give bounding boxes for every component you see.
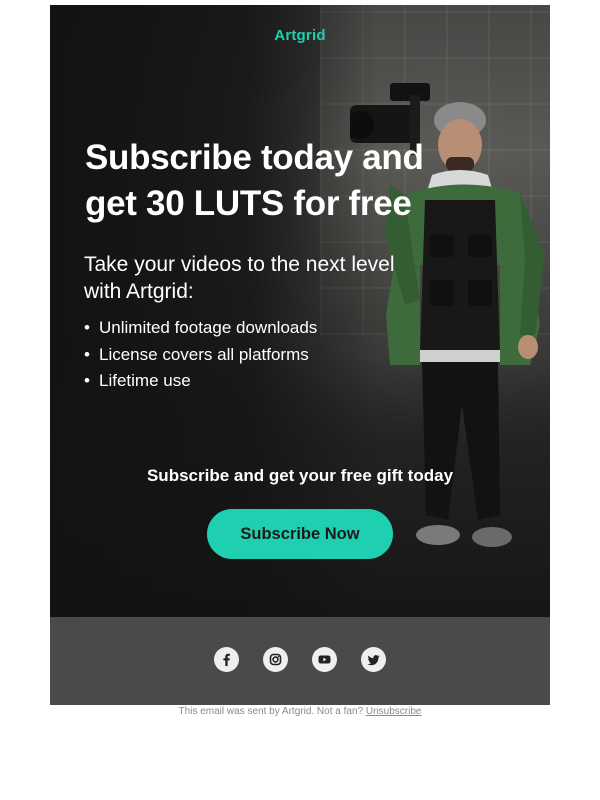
subscribe-now-button[interactable]: Subscribe Now	[207, 509, 393, 559]
facebook-icon[interactable]	[214, 647, 239, 672]
footer-fine-print: This email was sent by Artgrid. Not a fa…	[178, 706, 422, 717]
feature-item: • Lifetime use	[84, 368, 317, 395]
hero-subheading: Take your videos to the next level with …	[84, 253, 395, 303]
artgrid-logo[interactable]: Artgrid	[50, 27, 550, 44]
feature-list: • Unlimited footage downloads • License co…	[84, 315, 317, 395]
email-container: Artgrid Subscribe today and get 30 LUTS …	[50, 5, 550, 705]
feature-item: • Unlimited footage downloads	[84, 315, 317, 342]
bullet-icon: •	[84, 371, 90, 390]
cta-text: Subscribe and get your free gift today	[146, 466, 454, 485]
feature-item: • License covers all platforms	[84, 342, 317, 369]
bullet-icon: •	[84, 318, 90, 337]
instagram-icon[interactable]	[263, 647, 288, 672]
unsubscribe-link[interactable]: Unsubscribe	[366, 706, 422, 717]
youtube-icon[interactable]	[312, 647, 337, 672]
footer-bar	[50, 617, 550, 705]
twitter-icon[interactable]	[361, 647, 386, 672]
hero-banner: Artgrid Subscribe today and get 30 LUTS …	[50, 5, 550, 617]
social-links	[50, 647, 550, 672]
hero-headline: Subscribe today and get 30 LUTS for free	[85, 138, 424, 223]
bullet-icon: •	[84, 344, 90, 364]
